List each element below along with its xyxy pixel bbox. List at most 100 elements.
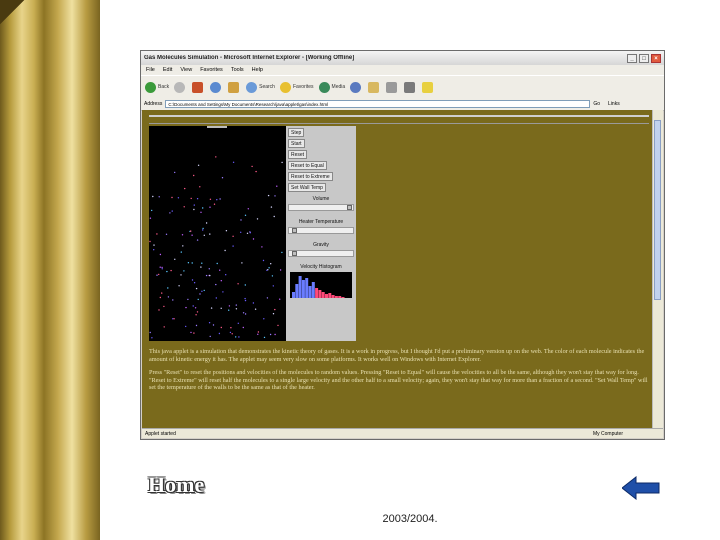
molecule-dot: [271, 275, 274, 277]
refresh-icon: [210, 81, 222, 93]
minimize-button[interactable]: _: [627, 53, 637, 63]
favorites-button[interactable]: Favorites: [279, 81, 314, 93]
molecule-dot: [192, 305, 194, 307]
slide-footer: 2003/2004.: [382, 513, 438, 525]
molecule-dot: [244, 313, 247, 315]
molecule-dot: [193, 332, 195, 334]
reset-to-extreme-button[interactable]: Reset to Extreme: [288, 172, 333, 181]
molecule-dot: [172, 318, 174, 320]
home-toolbar-button[interactable]: [228, 81, 241, 93]
home-link[interactable]: Home: [148, 472, 204, 498]
molecule-dot: [281, 161, 283, 164]
menu-help[interactable]: Help: [252, 67, 263, 73]
molecule-dot: [262, 259, 265, 262]
heater-slider-knob[interactable]: [292, 228, 297, 233]
molecule-dot: [196, 239, 199, 241]
search-button[interactable]: Search: [246, 81, 275, 93]
molecule-dot: [252, 238, 255, 240]
molecule-dot: [205, 222, 208, 224]
history-button[interactable]: [350, 81, 363, 93]
molecule-dot: [170, 269, 172, 272]
volume-slider-knob[interactable]: [347, 205, 352, 210]
molecule-dot: [199, 293, 201, 295]
histogram-bar: [305, 278, 309, 298]
scrollbar-thumb[interactable]: [654, 120, 661, 300]
molecule-dot: [159, 266, 161, 268]
media-label: Media: [331, 84, 346, 90]
reset-button[interactable]: Reset: [288, 150, 308, 159]
media-button[interactable]: Media: [318, 81, 346, 93]
menu-favorites[interactable]: Favorites: [200, 67, 223, 73]
back-button[interactable]: Back: [145, 81, 169, 93]
edit-icon: [404, 81, 416, 93]
molecule-dot: [237, 322, 239, 324]
molecule-dot: [183, 270, 185, 272]
molecule-dot: [196, 198, 199, 200]
close-button[interactable]: ×: [651, 53, 661, 63]
molecule-dot: [279, 298, 281, 300]
molecule-dot: [173, 318, 175, 320]
vertical-scrollbar[interactable]: [652, 110, 663, 428]
messenger-button[interactable]: [422, 81, 435, 93]
molecule-dot: [161, 268, 163, 270]
page-content: Step Start Reset Reset to Equal Reset to…: [142, 110, 653, 428]
menu-view[interactable]: View: [180, 67, 192, 73]
molecule-dot: [158, 196, 160, 198]
molecule-dot: [169, 212, 171, 214]
molecule-dot: [178, 285, 180, 287]
molecule-dot: [274, 195, 276, 197]
description-paragraph-2: Press "Reset" to reset the positions and…: [149, 369, 648, 392]
forward-button[interactable]: [174, 81, 187, 93]
molecule-dot: [266, 297, 269, 299]
links-label[interactable]: Links: [608, 101, 620, 107]
molecule-dot: [161, 292, 163, 294]
start-button[interactable]: Start: [288, 139, 305, 148]
step-button[interactable]: Step: [288, 128, 305, 137]
volume-slider[interactable]: [288, 204, 354, 211]
mail-button[interactable]: [368, 81, 381, 93]
molecule-dot: [184, 187, 186, 190]
edit-button[interactable]: [404, 81, 417, 93]
molecule-dot: [208, 322, 211, 324]
molecule-dot: [255, 170, 257, 173]
histogram-bar: [341, 297, 345, 298]
molecule-dot: [232, 235, 234, 237]
molecule-dot: [167, 287, 169, 289]
molecule-dot: [240, 231, 242, 233]
molecule-dot: [246, 232, 249, 234]
stop-button[interactable]: [192, 81, 205, 93]
molecule-dot: [185, 306, 187, 309]
menu-tools[interactable]: Tools: [231, 67, 244, 73]
molecule-dot: [221, 177, 224, 179]
menu-edit[interactable]: Edit: [163, 67, 172, 73]
histogram-bar: [308, 286, 312, 298]
molecule-dot: [235, 304, 237, 306]
molecule-dot: [216, 199, 218, 201]
gold-side-bar: [0, 0, 100, 540]
molecule-simulation-canvas[interactable]: [149, 126, 286, 341]
molecule-dot: [185, 325, 187, 328]
maximize-button[interactable]: □: [639, 53, 649, 63]
address-input[interactable]: C:\Documents and Settings\My Documents\R…: [165, 100, 591, 108]
molecule-dot: [219, 269, 221, 271]
go-button[interactable]: Go: [593, 101, 600, 107]
molecule-dot: [194, 307, 197, 309]
zone-indicator: My Computer: [592, 430, 623, 437]
molecule-dot: [190, 230, 192, 232]
molecule-dot: [171, 210, 173, 212]
reset-to-equal-button[interactable]: Reset to Equal: [288, 161, 327, 170]
gravity-slider[interactable]: [288, 250, 354, 257]
set-wall-temp-button[interactable]: Set Wall Temp: [288, 183, 326, 192]
back-arrow-icon[interactable]: [622, 476, 660, 500]
histogram-bar: [321, 292, 325, 298]
menu-file[interactable]: File: [146, 67, 155, 73]
heater-temperature-slider[interactable]: [288, 227, 354, 234]
gravity-slider-knob[interactable]: [292, 251, 297, 256]
star-icon: [279, 81, 291, 93]
histogram-bar: [334, 296, 338, 298]
molecule-dot: [193, 174, 195, 177]
refresh-button[interactable]: [210, 81, 223, 93]
molecule-dot: [279, 269, 282, 271]
print-button[interactable]: [386, 81, 399, 93]
molecule-dot: [267, 194, 270, 197]
